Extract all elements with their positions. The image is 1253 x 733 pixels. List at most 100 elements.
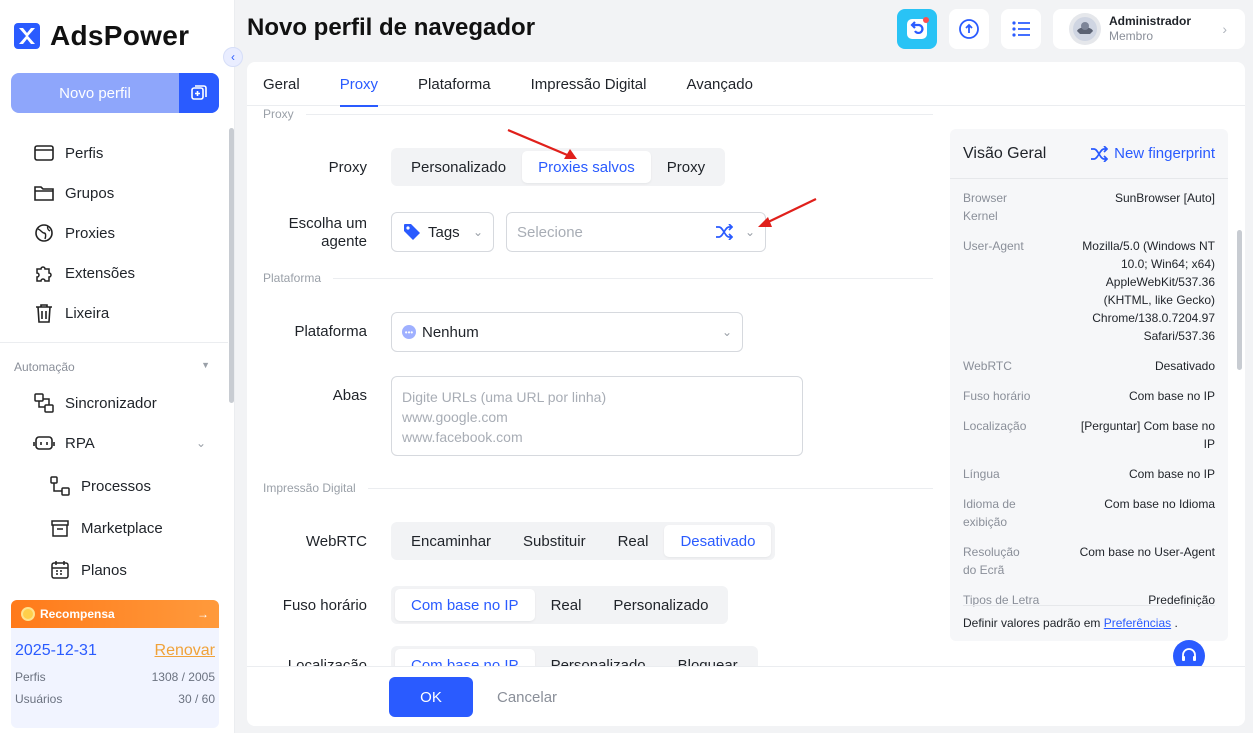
- chevron-down-icon: ⌄: [744, 225, 755, 239]
- preferences-link[interactable]: Preferências: [1104, 616, 1171, 630]
- sidebar-item-extensoes[interactable]: Extensões: [0, 253, 228, 293]
- location-option-ip[interactable]: Com base no IP: [395, 649, 535, 666]
- proxy-type-segmented: Personalizado Proxies salvos Proxy: [391, 148, 726, 186]
- page-title: Novo perfil de navegador: [247, 14, 536, 41]
- location-label: Localização: [287, 657, 367, 666]
- dots-icon: •••: [402, 325, 416, 339]
- sidebar-item-proxies[interactable]: Proxies: [0, 213, 228, 253]
- automation-title: Automação: [14, 360, 75, 374]
- location-option-bloquear[interactable]: Bloquear: [662, 649, 754, 667]
- webrtc-option-real[interactable]: Real: [602, 525, 665, 557]
- webrtc-option-desativado[interactable]: Desativado: [664, 525, 772, 557]
- overview-key: Língua: [963, 467, 1000, 481]
- tab-proxy[interactable]: Proxy: [339, 62, 379, 107]
- list-icon: [1012, 21, 1030, 37]
- users-usage-value: 30 / 60: [178, 692, 215, 706]
- trash-icon: [33, 302, 55, 324]
- timezone-option-ip[interactable]: Com base no IP: [395, 589, 535, 621]
- platform-select[interactable]: ••• Nenhum ⌄: [391, 312, 743, 352]
- proxy-option-proxies-salvos[interactable]: Proxies salvos: [522, 151, 651, 183]
- overview-footer-end: .: [1174, 616, 1178, 630]
- timezone-segmented: Com base no IP Real Personalizado: [391, 586, 729, 624]
- tab-plataforma[interactable]: Plataforma: [418, 62, 491, 106]
- timezone-option-personalizado[interactable]: Personalizado: [597, 589, 724, 621]
- webrtc-segmented: Encaminhar Substituir Real Desativado: [391, 522, 776, 560]
- sidebar-item-label: RPA: [65, 434, 95, 452]
- cancel-button[interactable]: Cancelar: [497, 677, 557, 717]
- sidebar-item-sincronizador[interactable]: Sincronizador: [0, 383, 228, 423]
- profiles-usage-value: 1308 / 2005: [151, 670, 215, 684]
- overview-key: WebRTC: [963, 359, 1012, 373]
- upload-cloud-icon: [959, 19, 979, 39]
- chevron-down-icon: ⌄: [721, 325, 732, 339]
- overview-value: Mozilla/5.0 (Windows NT 10.0; Win64; x64…: [1082, 239, 1215, 343]
- shuffle-icon[interactable]: [715, 224, 733, 240]
- chevron-down-icon: ⌄: [196, 436, 207, 450]
- section-title-text: Plataforma: [263, 271, 322, 285]
- tab-avancado[interactable]: Avançado: [686, 62, 752, 106]
- user-menu[interactable]: Administrador Membro ›: [1053, 9, 1245, 49]
- subscription-expiry-date: 2025-12-31: [15, 642, 97, 659]
- tags-dropdown[interactable]: Tags ⌄: [391, 212, 494, 252]
- flow-icon: [49, 475, 71, 497]
- timezone-option-real[interactable]: Real: [535, 589, 598, 621]
- platform-label: Plataforma: [294, 323, 367, 340]
- agent-select[interactable]: Selecione ⌄: [506, 212, 766, 252]
- profiles-usage: Perfis 1308 / 2005: [15, 670, 215, 684]
- section-platform-title: Plataforma: [263, 271, 933, 285]
- new-fingerprint-button[interactable]: New fingerprint: [1090, 145, 1215, 162]
- ok-button[interactable]: OK: [389, 677, 473, 717]
- overview-row: User-Agent Mozilla/5.0 (Windows NT 10.0; …: [963, 237, 1215, 345]
- automation-section-title[interactable]: Automação ▼: [14, 360, 210, 374]
- reward-banner[interactable]: Recompensa →: [11, 600, 219, 628]
- tab-geral[interactable]: Geral: [263, 62, 300, 106]
- collapse-sidebar-button[interactable]: ‹: [223, 47, 243, 67]
- overview-row: Idioma de exibição Com base no Idioma: [963, 495, 1215, 531]
- task-list-button[interactable]: [1001, 9, 1041, 49]
- sidebar-item-label: Perfis: [65, 144, 104, 162]
- sidebar-scrollbar[interactable]: [229, 128, 234, 403]
- overview-key: Localização: [963, 419, 1027, 433]
- overview-footer-text: Definir valores padrão em: [963, 616, 1101, 630]
- webrtc-option-substituir[interactable]: Substituir: [507, 525, 602, 557]
- proxy-option-proxy[interactable]: Proxy: [651, 151, 721, 183]
- tag-icon: [404, 224, 420, 240]
- reward-card: Recompensa → 2025-12-31 Renovar Perfis 1…: [11, 600, 219, 728]
- sidebar-item-marketplace[interactable]: Marketplace: [0, 507, 228, 549]
- section-title-text: Impressão Digital: [263, 481, 356, 495]
- sidebar-item-grupos[interactable]: Grupos: [0, 173, 228, 213]
- users-usage: Usuários 30 / 60: [15, 692, 215, 706]
- new-profile-panel: Geral Proxy Plataforma Impressão Digital…: [247, 62, 1245, 726]
- sync-icon: [33, 392, 55, 414]
- overview-key: Resolução do Ecrã: [963, 545, 1020, 577]
- renew-link[interactable]: Renovar: [155, 642, 215, 660]
- agent-label-line2: agente: [321, 233, 367, 250]
- sidebar-item-label: Planos: [81, 561, 127, 579]
- refresh-badge-icon: [907, 17, 929, 39]
- proxy-option-personalizado[interactable]: Personalizado: [395, 151, 522, 183]
- batch-add-icon[interactable]: [179, 73, 219, 113]
- overview-value: SunBrowser [Auto]: [1114, 191, 1215, 205]
- webrtc-option-encaminhar[interactable]: Encaminhar: [395, 525, 507, 557]
- headset-icon: [1182, 648, 1196, 661]
- sidebar-item-perfis[interactable]: Perfis: [0, 133, 228, 173]
- form-scrollbar[interactable]: [1237, 230, 1242, 370]
- tab-bar: Geral Proxy Plataforma Impressão Digital…: [247, 62, 1245, 107]
- logo[interactable]: AdsPower: [14, 20, 189, 52]
- tabs-urls-label: Abas: [332, 387, 367, 404]
- overview-value: Com base no IP: [1128, 467, 1215, 481]
- tabs-urls-textarea[interactable]: Digite URLs (uma URL por linha) www.goog…: [391, 376, 803, 456]
- tab-impressao-digital[interactable]: Impressão Digital: [531, 62, 647, 106]
- overview-key: User-Agent: [963, 239, 1024, 253]
- location-option-personalizado[interactable]: Personalizado: [535, 649, 662, 667]
- sidebar-item-rpa[interactable]: RPA ⌄: [0, 423, 228, 463]
- avatar: [1069, 13, 1101, 45]
- sidebar-item-planos[interactable]: Planos: [0, 549, 228, 591]
- app-update-button[interactable]: [897, 9, 937, 49]
- sync-status-button[interactable]: [949, 9, 989, 49]
- new-profile-button[interactable]: Novo perfil: [11, 73, 219, 113]
- sidebar-item-label: Sincronizador: [65, 394, 157, 412]
- sidebar-item-lixeira[interactable]: Lixeira: [0, 293, 228, 333]
- sidebar-item-processos[interactable]: Processos: [0, 465, 228, 507]
- timezone-label: Fuso horário: [282, 597, 367, 614]
